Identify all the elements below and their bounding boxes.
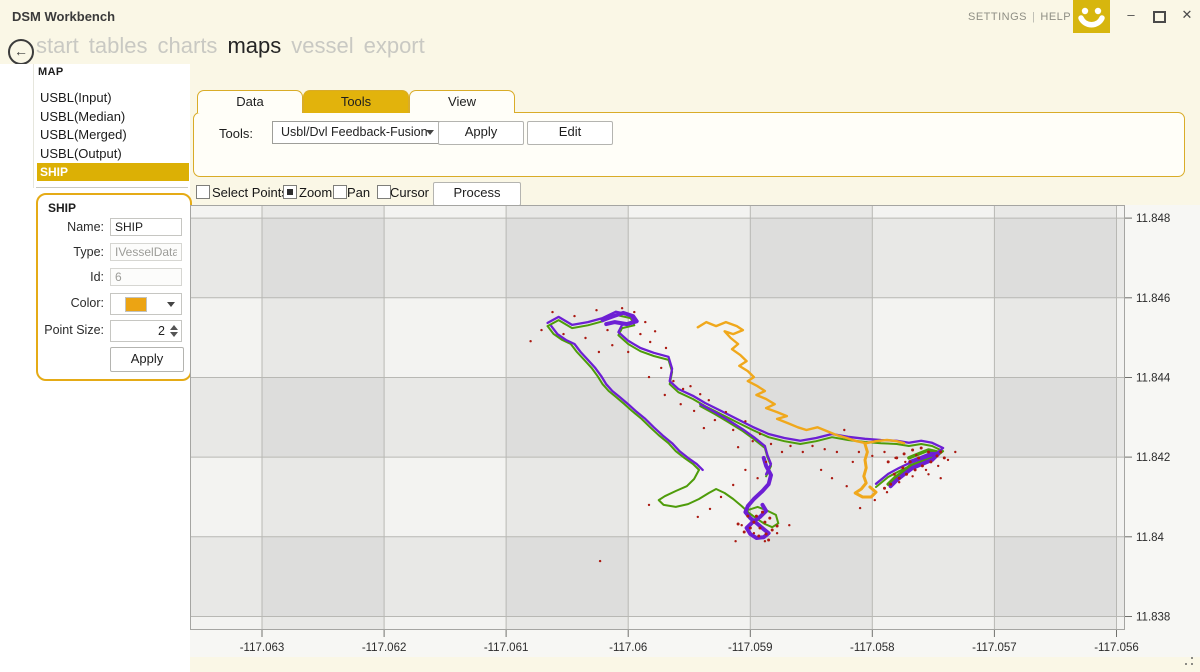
color-label: Color:	[38, 296, 104, 310]
svg-text:11.846: 11.846	[1136, 293, 1170, 305]
nav-item-maps[interactable]: maps	[227, 33, 281, 58]
tool-dropdown-value: Usbl/Dvl Feedback-Fusion	[281, 125, 428, 139]
maximize-icon	[1153, 11, 1166, 23]
svg-text:11.844: 11.844	[1136, 373, 1171, 385]
layer-item-ship[interactable]: SHIP	[37, 163, 189, 181]
map-heading: MAP	[38, 66, 64, 78]
svg-text:-117.059: -117.059	[728, 642, 773, 654]
layer-item-usbl-output[interactable]: USBL(Output)	[37, 145, 189, 164]
settings-menu[interactable]: SETTINGS	[968, 11, 1027, 23]
select-points-checkbox[interactable]	[196, 185, 210, 199]
nav-item-tables[interactable]: tables	[89, 33, 148, 58]
pan-checkbox[interactable]	[333, 185, 347, 199]
cursor-checkbox[interactable]	[377, 185, 391, 199]
point-size-label: Point Size:	[38, 323, 104, 337]
svg-text:-117.063: -117.063	[240, 642, 285, 654]
type-field	[110, 243, 182, 261]
vessel-track-map[interactable]: -117.063 -117.062 -117.061 -117.06 -117.059 -…	[190, 205, 1200, 657]
tool-dropdown[interactable]: Usbl/Dvl Feedback-Fusion	[272, 121, 442, 144]
spinner-down-icon[interactable]	[170, 332, 178, 337]
zoom-label[interactable]: Zoom	[299, 185, 332, 200]
dsm-workbench-window: DSM Workbench SETTINGS | HELP – ✕ ← startt…	[0, 0, 1200, 672]
resize-grip-icon[interactable]	[1183, 657, 1195, 667]
ship-properties-panel: SHIP Name: Type: Id: Color: Point Size: …	[36, 193, 192, 381]
svg-text:11.842: 11.842	[1136, 452, 1170, 464]
sidebar-divider	[33, 64, 34, 188]
svg-text:-117.056: -117.056	[1094, 642, 1139, 654]
tools-panel: Tools: Usbl/Dvl Feedback-Fusion Apply Ed…	[193, 112, 1185, 177]
ship-apply-button[interactable]: Apply	[110, 347, 184, 372]
tab-tools[interactable]: Tools	[303, 90, 409, 113]
minimize-button[interactable]: –	[1122, 6, 1140, 24]
svg-text:11.838: 11.838	[1136, 612, 1170, 624]
layer-list: USBL(Input) USBL(Median) USBL(Merged) US…	[37, 89, 189, 181]
titlebar-menu: SETTINGS | HELP	[968, 11, 1071, 23]
svg-text:-117.061: -117.061	[484, 642, 529, 654]
close-button[interactable]: ✕	[1178, 6, 1196, 24]
chevron-down-icon	[426, 130, 434, 135]
nav-item-vessel[interactable]: vessel	[291, 33, 353, 58]
list-separator	[36, 187, 188, 188]
menu-separator: |	[1032, 11, 1035, 23]
map-chart-region: -117.063 -117.062 -117.061 -117.06 -117.059 -…	[190, 205, 1200, 657]
cursor-label[interactable]: Cursor	[390, 185, 429, 200]
svg-text:11.848: 11.848	[1136, 213, 1170, 225]
svg-text:-117.058: -117.058	[850, 642, 895, 654]
pan-label[interactable]: Pan	[347, 185, 370, 200]
map-mode-toolbar: Select Points Zoom Pan Cursor Process	[190, 182, 610, 205]
tab-data[interactable]: Data	[197, 90, 303, 113]
help-menu[interactable]: HELP	[1040, 11, 1071, 23]
svg-text:-117.057: -117.057	[972, 642, 1017, 654]
select-points-label[interactable]: Select Points	[212, 185, 288, 200]
color-select[interactable]	[110, 293, 182, 315]
nav-item-export[interactable]: export	[364, 33, 425, 58]
name-field[interactable]	[110, 218, 182, 236]
layer-item-usbl-merged[interactable]: USBL(Merged)	[37, 126, 189, 145]
back-button[interactable]: ←	[8, 39, 34, 65]
spinner-up-icon[interactable]	[170, 325, 178, 330]
app-title: DSM Workbench	[12, 9, 115, 24]
tab-view[interactable]: View	[409, 90, 515, 113]
chevron-down-icon	[167, 302, 175, 307]
name-label: Name:	[38, 220, 104, 234]
nav-item-charts[interactable]: charts	[158, 33, 218, 58]
id-field	[110, 268, 182, 286]
type-label: Type:	[38, 245, 104, 259]
point-size-stepper[interactable]: 2	[110, 320, 182, 342]
id-label: Id:	[38, 270, 104, 284]
zoom-checkbox[interactable]	[283, 185, 297, 199]
main-nav: start tables charts maps vessel export	[36, 33, 435, 59]
point-size-value: 2	[158, 324, 165, 338]
tools-label: Tools:	[219, 126, 253, 141]
sidebar: MAP USBL(Input) USBL(Median) USBL(Merged…	[0, 64, 190, 672]
process-button[interactable]: Process	[433, 182, 521, 206]
layer-item-usbl-input[interactable]: USBL(Input)	[37, 89, 189, 108]
svg-text:-117.062: -117.062	[362, 642, 407, 654]
back-arrow-icon: ←	[14, 43, 28, 59]
tool-apply-button[interactable]: Apply	[438, 121, 524, 145]
ship-panel-title: SHIP	[48, 201, 76, 215]
nav-item-start[interactable]: start	[36, 33, 79, 58]
svg-text:-117.06: -117.06	[609, 642, 647, 654]
smiley-logo-icon	[1073, 0, 1110, 33]
maximize-button[interactable]	[1150, 6, 1168, 28]
color-swatch	[125, 297, 147, 312]
svg-text:11.84: 11.84	[1136, 532, 1165, 544]
tool-edit-button[interactable]: Edit	[527, 121, 613, 145]
layer-item-usbl-median[interactable]: USBL(Median)	[37, 108, 189, 127]
